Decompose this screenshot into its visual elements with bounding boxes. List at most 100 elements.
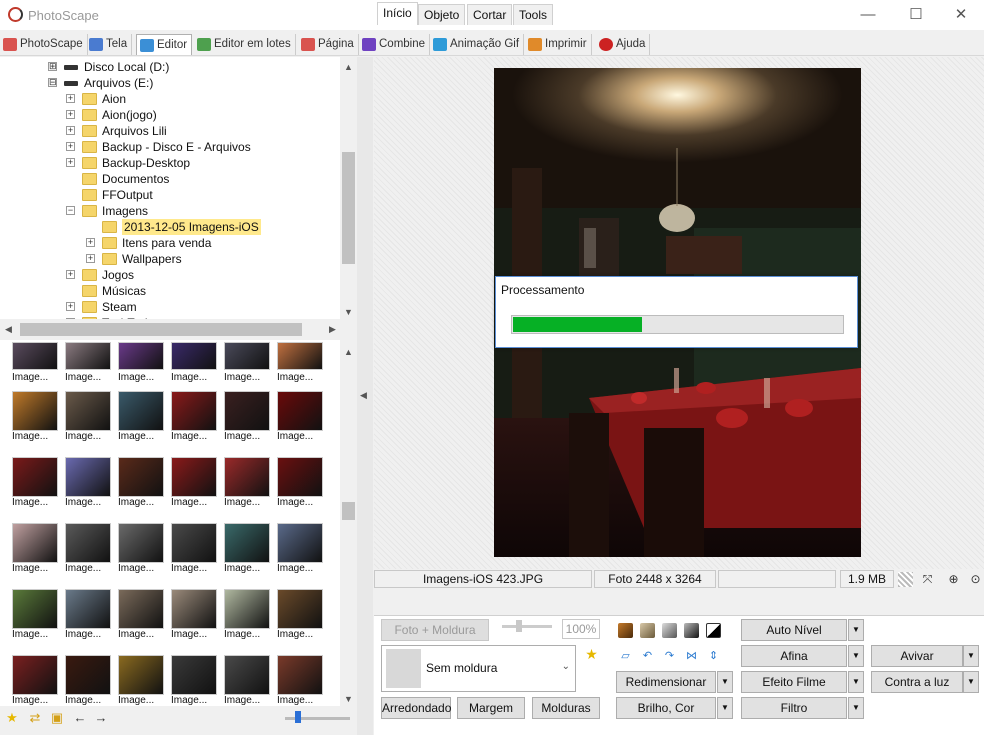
minimize-button[interactable]: —	[845, 0, 891, 30]
tab-imprimir[interactable]: Imprimir	[525, 34, 592, 55]
tree-node[interactable]: + Arquivos Lili	[0, 123, 340, 139]
vivid-dropdown-icon[interactable]: ▼	[963, 645, 979, 667]
thumbnail-item[interactable]: Image...	[275, 457, 325, 508]
expand-toggle-icon[interactable]: +	[66, 126, 75, 135]
backlight-button[interactable]: Contra a luz	[871, 671, 963, 693]
thumbnail-item[interactable]: Image...	[10, 655, 60, 706]
scroll-down-icon[interactable]: ▼	[344, 307, 353, 317]
margin-button[interactable]: Margem	[457, 697, 525, 719]
thumb-scroll-up-icon[interactable]: ▲	[344, 347, 353, 357]
favorite-folder-icon[interactable]: ⇄	[28, 711, 42, 725]
tree-scroll-thumb[interactable]	[342, 152, 355, 264]
tree-node[interactable]: Documentos	[0, 171, 340, 187]
flip-vertical-icon[interactable]: ⇕	[706, 649, 721, 664]
gray-swatch-icon[interactable]	[662, 623, 677, 638]
collapse-panel-icon[interactable]: ◀	[360, 390, 367, 401]
close-button[interactable]: ✕	[938, 0, 984, 30]
expand-toggle-icon[interactable]: +	[66, 270, 75, 279]
opacity-slider[interactable]	[502, 625, 552, 628]
expand-toggle-icon[interactable]: +	[66, 110, 75, 119]
thumbnail-item[interactable]: Image...	[222, 523, 272, 574]
tree-node[interactable]: + Jogos	[0, 267, 340, 283]
thumbnail-item[interactable]: Image...	[116, 342, 166, 392]
expand-toggle-icon[interactable]: ⊟	[48, 78, 57, 87]
tab-photoscape[interactable]: PhotoScape	[0, 34, 88, 55]
invert-swatch-icon[interactable]	[706, 623, 721, 638]
scroll-right-icon[interactable]: ▶	[329, 324, 336, 335]
vivid-button[interactable]: Avivar	[871, 645, 963, 667]
tree-hscroll-thumb[interactable]	[20, 323, 302, 336]
rotate-left-icon[interactable]: ↶	[640, 649, 655, 664]
tree-node[interactable]: − Imagens	[0, 203, 340, 219]
tab-tela[interactable]: Tela	[86, 34, 133, 55]
thumbnail-item[interactable]: Image...	[10, 391, 60, 442]
tree-node[interactable]: + Itens para venda	[0, 235, 340, 251]
transparency-icon[interactable]	[898, 572, 913, 587]
thumbnail-item[interactable]: Image...	[116, 391, 166, 442]
expand-toggle-icon[interactable]: +	[86, 254, 95, 263]
expand-toggle-icon[interactable]: ⊞	[48, 62, 57, 71]
tab-inicio[interactable]: Início	[377, 2, 418, 25]
frames-button[interactable]: Molduras	[532, 697, 600, 719]
tab-combine[interactable]: Combine	[359, 34, 431, 55]
expand-toggle-icon[interactable]: +	[66, 94, 75, 103]
thumbnail-scrollbar[interactable]	[340, 340, 357, 706]
filter-dropdown-icon[interactable]: ▼	[848, 697, 864, 719]
thumbnail-item[interactable]: Image...	[222, 391, 272, 442]
thumb-scroll-down-icon[interactable]: ▼	[344, 694, 353, 704]
tab-pagina[interactable]: Página	[298, 34, 359, 55]
thumbnail-item[interactable]: Image...	[63, 655, 113, 706]
backlight-dropdown-icon[interactable]: ▼	[963, 671, 979, 693]
thumbnail-item[interactable]: Image...	[63, 342, 113, 392]
tab-editor-em-lotes[interactable]: Editor em lotes	[194, 34, 296, 55]
tree-node[interactable]: FFOutput	[0, 187, 340, 203]
filter-button[interactable]: Filtro	[741, 697, 847, 719]
film-effect-button[interactable]: Efeito Filme	[741, 671, 847, 693]
tree-node[interactable]: + Aion(jogo)	[0, 107, 340, 123]
thumbnail-item[interactable]: Image...	[116, 523, 166, 574]
thumbnail-item[interactable]: Image...	[10, 342, 60, 392]
maximize-button[interactable]: ☐	[893, 0, 939, 30]
thumbnail-item[interactable]: Image...	[222, 655, 272, 706]
thumbnail-item[interactable]: Image...	[169, 655, 219, 706]
tab-editor[interactable]: Editor	[136, 34, 193, 55]
expand-toggle-icon[interactable]: +	[86, 238, 95, 247]
dark-swatch-icon[interactable]	[684, 623, 699, 638]
favorite-star-icon[interactable]: ★	[5, 711, 19, 725]
thumbnail-item[interactable]: Image...	[169, 391, 219, 442]
rounded-button[interactable]: Arredondado	[381, 697, 451, 719]
expand-toggle-icon[interactable]: −	[66, 206, 75, 215]
flip-horizontal-icon[interactable]: ⋈	[684, 649, 699, 664]
rotate-right-icon[interactable]: ↷	[662, 649, 677, 664]
resize-button[interactable]: Redimensionar	[616, 671, 716, 693]
auto-level-dropdown-icon[interactable]: ▼	[848, 619, 864, 641]
back-arrow-icon[interactable]: ←	[73, 711, 87, 725]
scroll-left-icon[interactable]: ◀	[5, 324, 12, 335]
thumbnail-item[interactable]: Image...	[275, 391, 325, 442]
auto-level-button[interactable]: Auto Nível	[741, 619, 847, 641]
thumbnail-scroll-thumb[interactable]	[342, 502, 355, 520]
tree-node[interactable]: ⊟ Arquivos (E:)	[0, 75, 340, 91]
thumbnail-item[interactable]: Image...	[222, 589, 272, 640]
fit-to-window-icon[interactable]: ⤧	[920, 572, 935, 587]
thumbnail-item[interactable]: Image...	[63, 391, 113, 442]
thumbnail-item[interactable]: Image...	[275, 523, 325, 574]
thumbnail-item[interactable]: Image...	[63, 457, 113, 508]
expand-toggle-icon[interactable]: +	[66, 158, 75, 167]
expand-toggle-icon[interactable]: +	[66, 318, 75, 319]
tree-node[interactable]: + Wallpapers	[0, 251, 340, 267]
thumbnail-item[interactable]: Image...	[116, 589, 166, 640]
tab-cortar[interactable]: Cortar	[467, 4, 513, 25]
brightness-dropdown-icon[interactable]: ▼	[717, 697, 733, 719]
thumbnail-item[interactable]: Image...	[169, 523, 219, 574]
expand-toggle-icon[interactable]: +	[66, 302, 75, 311]
thumbnail-item[interactable]: Image...	[222, 342, 272, 392]
thumbnail-item[interactable]: Image...	[169, 457, 219, 508]
brightness-color-button[interactable]: Brilho, Cor	[616, 697, 716, 719]
expand-toggle-icon[interactable]: +	[66, 142, 75, 151]
opacity-value[interactable]: 100%	[562, 619, 600, 639]
tree-node[interactable]: + Backup - Disco E - Arquivos	[0, 139, 340, 155]
thumbnail-item[interactable]: Image...	[116, 655, 166, 706]
sharpen-button[interactable]: Afina	[741, 645, 847, 667]
zoom-in-icon[interactable]: ⊕	[946, 572, 961, 587]
